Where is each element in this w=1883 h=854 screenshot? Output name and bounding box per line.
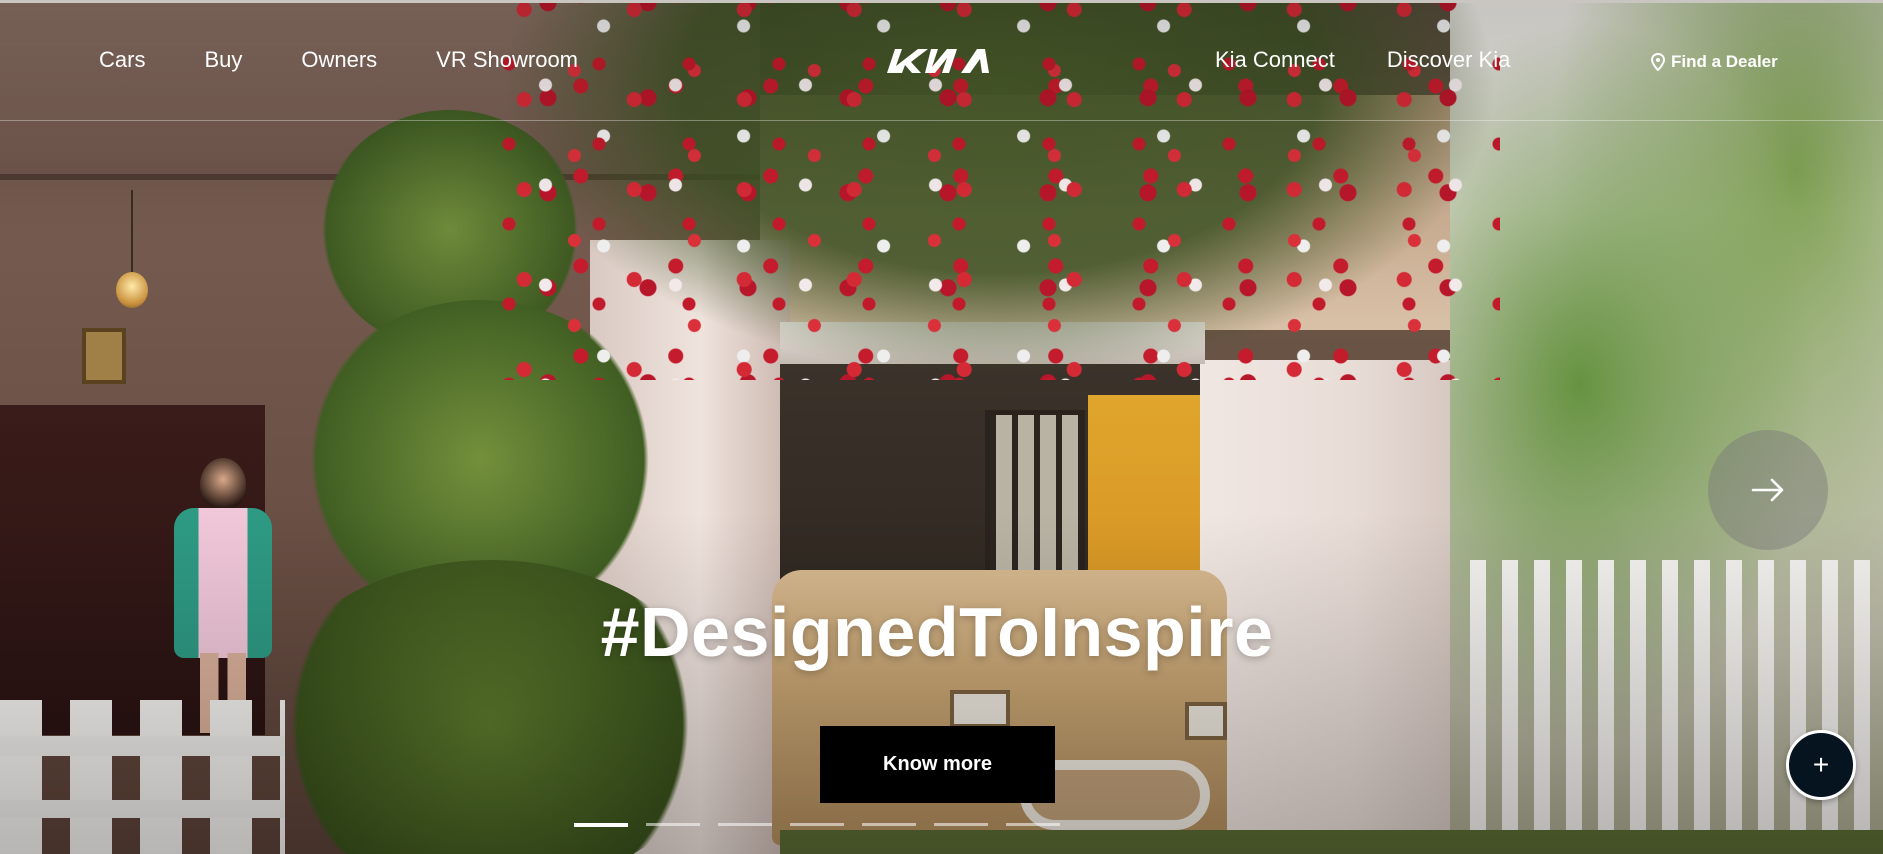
nav-cars[interactable]: Cars (99, 47, 145, 73)
location-pin-icon (1651, 53, 1665, 71)
expand-actions-button[interactable]: + (1786, 730, 1856, 800)
nav-kia-connect[interactable]: Kia Connect (1215, 47, 1335, 73)
slide-indicator[interactable] (862, 823, 916, 826)
nav-buy[interactable]: Buy (204, 47, 242, 73)
nav-vr-showroom[interactable]: VR Showroom (436, 47, 578, 73)
slide-indicator[interactable] (1006, 823, 1060, 826)
secondary-nav: Kia Connect Discover Kia (1215, 47, 1510, 73)
slide-indicator[interactable] (718, 823, 772, 826)
site-header: Cars Buy Owners VR Showroom Kia Connect … (0, 3, 1883, 121)
hero-headline: #DesignedToInspire (600, 593, 1274, 671)
next-slide-button[interactable] (1708, 430, 1828, 550)
slide-indicators (574, 823, 1060, 827)
slide-indicator[interactable] (934, 823, 988, 826)
nav-owners[interactable]: Owners (301, 47, 377, 73)
slide-indicator[interactable] (574, 823, 628, 827)
nav-discover-kia[interactable]: Discover Kia (1387, 47, 1510, 73)
slide-indicator[interactable] (646, 823, 700, 826)
kia-logo[interactable] (885, 47, 991, 75)
kia-logo-icon (887, 49, 989, 73)
find-dealer-label: Find a Dealer (1671, 52, 1778, 71)
primary-nav: Cars Buy Owners VR Showroom (99, 47, 578, 73)
know-more-button[interactable]: Know more (820, 726, 1055, 803)
find-dealer-link[interactable]: Find a Dealer (1651, 52, 1778, 72)
arrow-right-icon (1751, 478, 1784, 502)
slide-indicator[interactable] (790, 823, 844, 826)
